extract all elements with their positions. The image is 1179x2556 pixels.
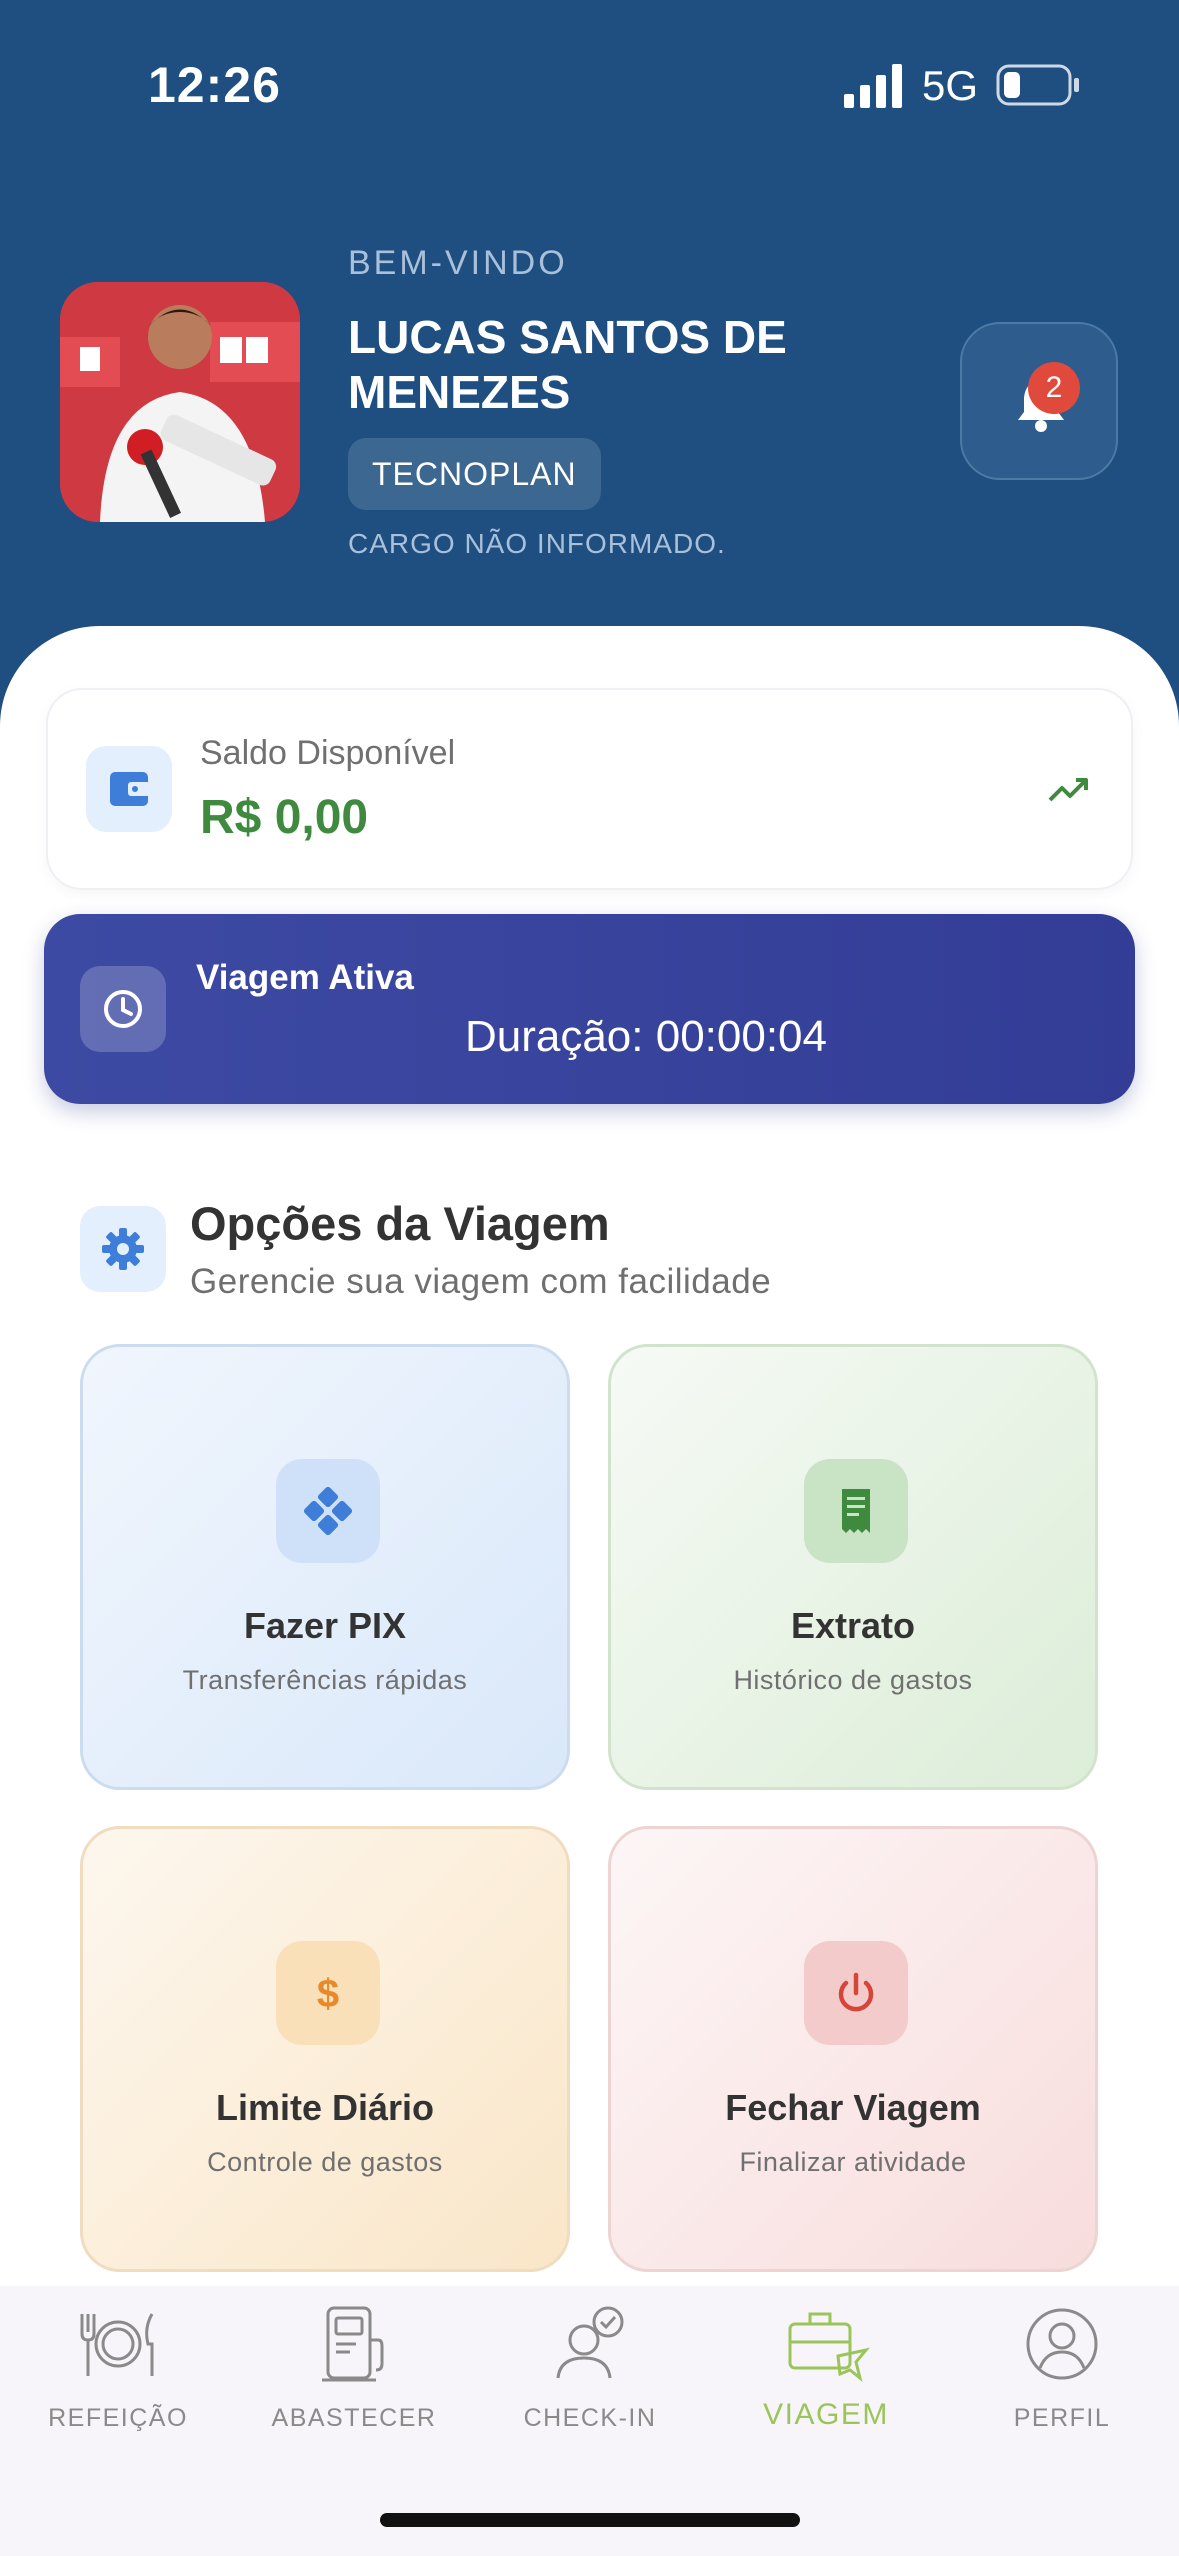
balance-value: R$ 0,00 <box>200 791 369 844</box>
company-badge: TECNOPLAN <box>348 438 601 510</box>
nav-item-abastecer[interactable]: ABASTECER <box>254 2300 454 2440</box>
tile-title: Fazer PIX <box>243 1605 407 1646</box>
tile-subtitle: Histórico de gastos <box>733 1665 973 1695</box>
balance-card[interactable]: Saldo Disponível R$ 0,00 <box>46 688 1133 890</box>
home-indicator[interactable] <box>380 2513 800 2527</box>
options-title: Opções da Viagem <box>190 1197 610 1250</box>
active-trip-card[interactable]: Viagem Ativa Duração: 00:00:04 <box>44 914 1135 1104</box>
tile-subtitle: Transferências rápidas <box>182 1665 468 1695</box>
user-check-icon <box>556 2306 624 2379</box>
suitcase-plane-icon <box>788 2312 870 2382</box>
nav-item-perfil[interactable]: PERFIL <box>962 2300 1162 2440</box>
nav-label: VIAGEM <box>763 2398 889 2431</box>
balance-label: Saldo Disponível <box>200 734 456 772</box>
nav-item-viagem[interactable]: VIAGEM <box>726 2300 926 2440</box>
fuel-pump-icon <box>322 2306 384 2382</box>
nav-item-check-in[interactable]: CHECK-IN <box>490 2300 690 2440</box>
pix-tile[interactable]: Fazer PIX Transferências rápidas <box>80 1344 570 1790</box>
cutlery-icon <box>80 2313 154 2376</box>
network-label: 5G <box>922 62 979 109</box>
tile-title: Extrato <box>790 1605 916 1646</box>
close-trip-tile[interactable]: Fechar Viagem Finalizar atividade <box>608 1826 1098 2272</box>
nav-label: CHECK-IN <box>523 2404 657 2432</box>
wallet-icon <box>86 746 172 832</box>
status-time: 12:26 <box>148 57 281 113</box>
tile-subtitle: Finalizar atividade <box>739 2147 967 2177</box>
user-name: LUCAS SANTOS DE MENEZES <box>348 311 787 418</box>
nav-label: ABASTECER <box>271 2404 437 2432</box>
user-circle-icon <box>1026 2308 1098 2380</box>
notification-badge: 2 <box>1028 362 1080 414</box>
welcome-label: BEM-VINDO <box>348 244 568 282</box>
tile-title: Fechar Viagem <box>725 2087 981 2128</box>
avatar-photo <box>60 282 300 522</box>
notifications-button[interactable]: 2 <box>960 322 1118 480</box>
statement-tile[interactable]: Extrato Histórico de gastos <box>608 1344 1098 1790</box>
daily-limit-tile[interactable]: $ Limite Diário Controle de gastos <box>80 1826 570 2272</box>
battery-icon <box>996 64 1079 106</box>
trending-up-icon <box>1048 778 1088 802</box>
signal-icon <box>844 64 902 108</box>
power-icon <box>804 1941 908 2045</box>
nav-label: REFEIÇÃO <box>48 2404 188 2432</box>
gear-icon <box>80 1206 166 1292</box>
trip-title: Viagem Ativa <box>196 958 414 997</box>
tile-subtitle: Controle de gastos <box>207 2147 443 2177</box>
nav-label: PERFIL <box>1013 2404 1111 2432</box>
dollar-icon: $ <box>276 1941 380 2045</box>
trip-duration: Duração: 00:00:04 <box>464 1012 828 1061</box>
pix-icon <box>276 1459 380 1563</box>
clock-icon <box>80 966 166 1052</box>
tile-title: Limite Diário <box>215 2087 435 2128</box>
options-subtitle: Gerencie sua viagem com facilidade <box>190 1262 772 1301</box>
svg-text:$: $ <box>317 1972 339 2016</box>
receipt-icon <box>804 1459 908 1563</box>
nav-item-refeicao[interactable]: REFEIÇÃO <box>18 2300 218 2440</box>
avatar[interactable] <box>60 282 300 522</box>
role-label: CARGO NÃO INFORMADO. <box>348 528 726 559</box>
